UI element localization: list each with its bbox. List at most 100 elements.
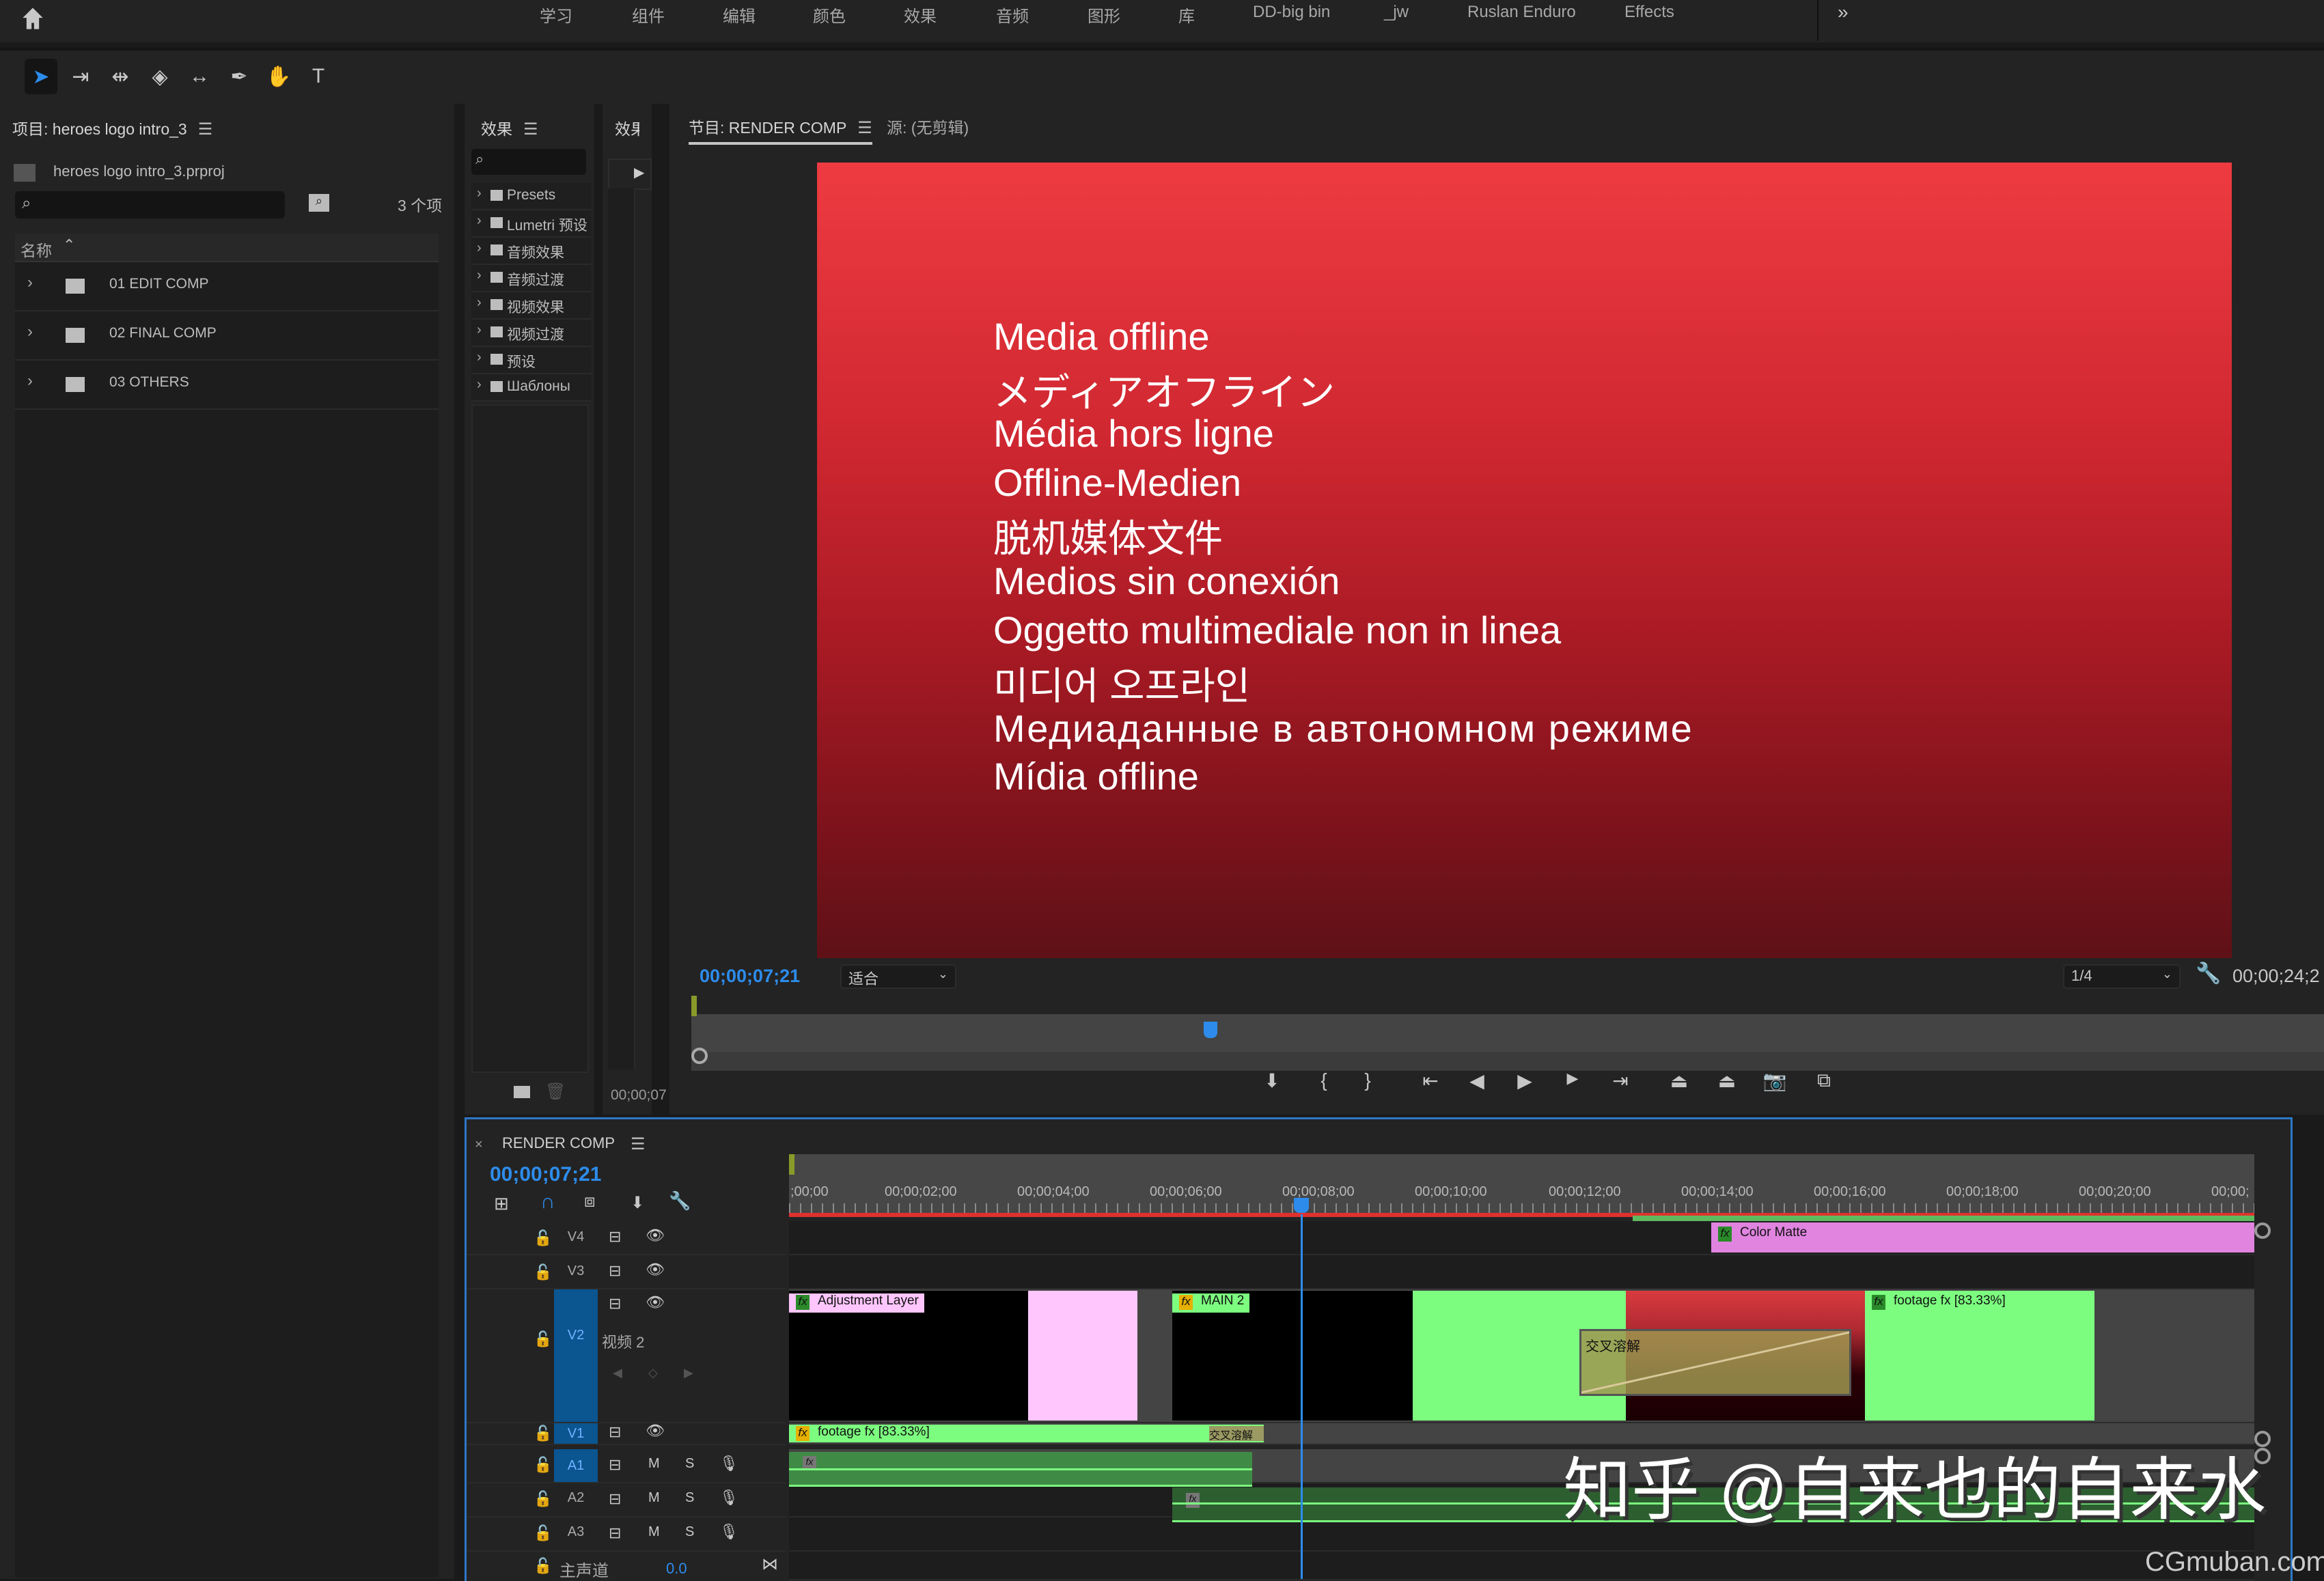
workspace-tab-libraries[interactable]: 库 (1178, 3, 1195, 27)
type-tool[interactable]: T (302, 59, 335, 94)
lock-icon[interactable]: 🔓 (534, 1524, 552, 1542)
selection-tool[interactable]: ➤ (25, 59, 57, 94)
expand-chevron-icon[interactable]: › (477, 213, 482, 229)
panel-menu-icon[interactable]: ☰ (857, 119, 872, 137)
effects-folder-row[interactable]: › 音频效果 (471, 238, 591, 265)
clip-adjustment-layer[interactable]: fx Adjustment Layer (789, 1291, 1028, 1421)
home-icon[interactable] (16, 4, 49, 34)
comparison-view-button[interactable]: ⧉ (1810, 1069, 1838, 1092)
next-keyframe-icon[interactable]: ▶ (684, 1366, 693, 1380)
add-keyframe-icon[interactable]: ◇ (648, 1366, 658, 1380)
workspace-tab-graphics[interactable]: 图形 (1088, 3, 1120, 27)
parent-bin-icon[interactable] (14, 164, 36, 182)
expand-chevron-icon[interactable]: › (27, 372, 33, 391)
sync-lock-icon[interactable]: ⊟ (609, 1456, 621, 1474)
export-frame-button[interactable]: 📷 (1761, 1069, 1788, 1092)
workspace-tab-effects-custom[interactable]: Effects (1624, 3, 1674, 22)
zoom-scroll-bar[interactable] (691, 1052, 2324, 1071)
track-target-v2[interactable] (554, 1289, 598, 1422)
clip-footage-fx-v1[interactable]: fx footage fx [83.33%] 交叉溶解 (789, 1425, 1264, 1442)
effects-title[interactable]: 效果 (481, 120, 512, 138)
expand-chevron-icon[interactable]: › (477, 240, 482, 256)
clip-main-2[interactable]: fx MAIN 2 (1172, 1291, 1413, 1421)
mark-in-button[interactable]: { (1310, 1069, 1338, 1091)
tab-program-monitor[interactable]: 节目: RENDER COMP ☰ (689, 115, 872, 145)
workspace-tab-learn[interactable]: 学习 (540, 3, 572, 27)
sync-lock-icon[interactable]: ⊟ (609, 1262, 621, 1280)
solo-button[interactable]: S (685, 1456, 694, 1472)
track-label[interactable]: A2 (554, 1490, 598, 1506)
timeline-settings-wrench-icon[interactable]: 🔧 (669, 1190, 691, 1212)
panel-menu-icon[interactable]: ☰ (198, 120, 213, 139)
effects-search-input[interactable]: ⌕ (471, 149, 586, 175)
solo-button[interactable]: S (685, 1490, 694, 1506)
clip-adjustment-tail[interactable] (1028, 1291, 1137, 1421)
effects-folder-row[interactable]: › 视频效果 (471, 292, 591, 320)
expand-button[interactable]: ▶ (608, 158, 652, 190)
program-video-frame[interactable]: Media offline メディアオフライン Média hors ligne… (817, 163, 2232, 958)
razor-tool[interactable]: ◈ (143, 59, 176, 94)
voiceover-record-icon[interactable]: 🎙 (719, 1489, 738, 1507)
panel-menu-icon[interactable]: ☰ (631, 1134, 646, 1154)
audio-clip-a1[interactable]: fx (789, 1452, 1252, 1487)
find-icon[interactable]: ⌕ (309, 194, 329, 212)
go-to-in-button[interactable]: ⇤ (1417, 1069, 1444, 1092)
workspace-tab-color[interactable]: 颜色 (813, 3, 846, 27)
step-back-button[interactable]: ◀ (1463, 1069, 1491, 1092)
voiceover-record-icon[interactable]: 🎙 (719, 1523, 738, 1541)
workspace-tab-jw[interactable]: _jw (1384, 3, 1409, 22)
nest-toggle-icon[interactable]: ⊞ (494, 1193, 509, 1214)
sequence-tab-title[interactable]: RENDER COMP (502, 1134, 615, 1152)
program-time-ruler[interactable] (691, 1014, 2324, 1057)
lock-icon[interactable]: 🔓 (534, 1330, 552, 1348)
expand-chevron-icon[interactable]: › (27, 273, 33, 292)
lock-icon[interactable]: 🔓 (534, 1229, 552, 1247)
ripple-edit-tool[interactable]: ⇹ (104, 59, 137, 94)
track-label[interactable]: A1 (554, 1449, 598, 1482)
effect-controls-title[interactable]: 效果 (615, 116, 639, 139)
timeline-playhead-handle[interactable] (1293, 1198, 1309, 1213)
workspace-tab-ruslan-enduro[interactable]: Ruslan Enduro (1467, 3, 1576, 22)
expand-chevron-icon[interactable]: › (477, 350, 482, 365)
expand-chevron-icon[interactable]: › (477, 322, 482, 338)
hand-tool[interactable]: ✋ (262, 59, 295, 94)
project-title[interactable]: 项目: heroes logo intro_3 (12, 120, 187, 138)
effects-folder-row[interactable]: › 音频过渡 (471, 265, 591, 292)
lock-icon[interactable]: 🔓 (534, 1557, 552, 1575)
voiceover-record-icon[interactable]: 🎙 (719, 1455, 738, 1472)
workspace-tab-audio[interactable]: 音频 (996, 3, 1029, 27)
effects-folder-row[interactable]: › 视频过渡 (471, 320, 591, 347)
lock-icon[interactable]: 🔓 (534, 1425, 552, 1442)
expand-chevron-icon[interactable]: › (477, 295, 482, 311)
timeline-time-ruler[interactable]: ;00;00 00;00;02;00 00;00;04;00 00;00;06;… (789, 1154, 2254, 1214)
playback-resolution-dropdown[interactable]: 1/4 ⌄ (2063, 964, 2181, 989)
previous-keyframe-icon[interactable]: ◀ (613, 1366, 622, 1380)
track-label[interactable]: V3 (554, 1263, 598, 1279)
new-bin-icon[interactable] (514, 1086, 530, 1098)
eye-visibility-icon[interactable]: 👁 (646, 1293, 665, 1311)
transition-cross-dissolve[interactable]: 交叉溶解 (1579, 1329, 1851, 1396)
expand-chevron-icon[interactable]: › (477, 186, 482, 201)
linked-selection-icon[interactable]: ⧈ (584, 1190, 596, 1212)
mark-out-button[interactable]: } (1354, 1069, 1381, 1091)
play-button[interactable]: ▶ (1511, 1069, 1538, 1092)
sync-lock-icon[interactable]: ⊟ (609, 1295, 621, 1313)
bin-row[interactable]: › 01 EDIT COMP (15, 262, 439, 311)
expand-chevron-icon[interactable]: › (27, 322, 33, 341)
expand-chevron-icon[interactable]: › (477, 377, 482, 393)
track-select-tool[interactable]: ⇥ (64, 59, 97, 94)
clip-footage-fx-v2[interactable]: fx footage fx [83.33%] (1865, 1291, 2094, 1421)
column-header-name[interactable]: 名称 ⌃ (15, 234, 439, 262)
sync-lock-icon[interactable]: ⊟ (609, 1423, 621, 1441)
program-current-timecode[interactable]: 00;00;07;21 (700, 966, 800, 987)
sync-lock-icon[interactable]: ⊟ (609, 1228, 621, 1246)
pen-tool[interactable]: ✒ (223, 59, 255, 94)
bin-row[interactable]: › 02 FINAL COMP (15, 311, 439, 361)
track-label[interactable]: V2 (554, 1328, 598, 1343)
step-forward-button[interactable]: ▶ (1559, 1069, 1586, 1087)
effects-folder-row[interactable]: › Presets (471, 183, 591, 210)
track-label[interactable]: V4 (554, 1229, 598, 1245)
collapse-tracks-icon[interactable]: ⋈ (762, 1554, 778, 1574)
bin-row[interactable]: › 03 OTHERS (15, 361, 439, 410)
eye-visibility-icon[interactable]: 👁 (646, 1227, 665, 1244)
